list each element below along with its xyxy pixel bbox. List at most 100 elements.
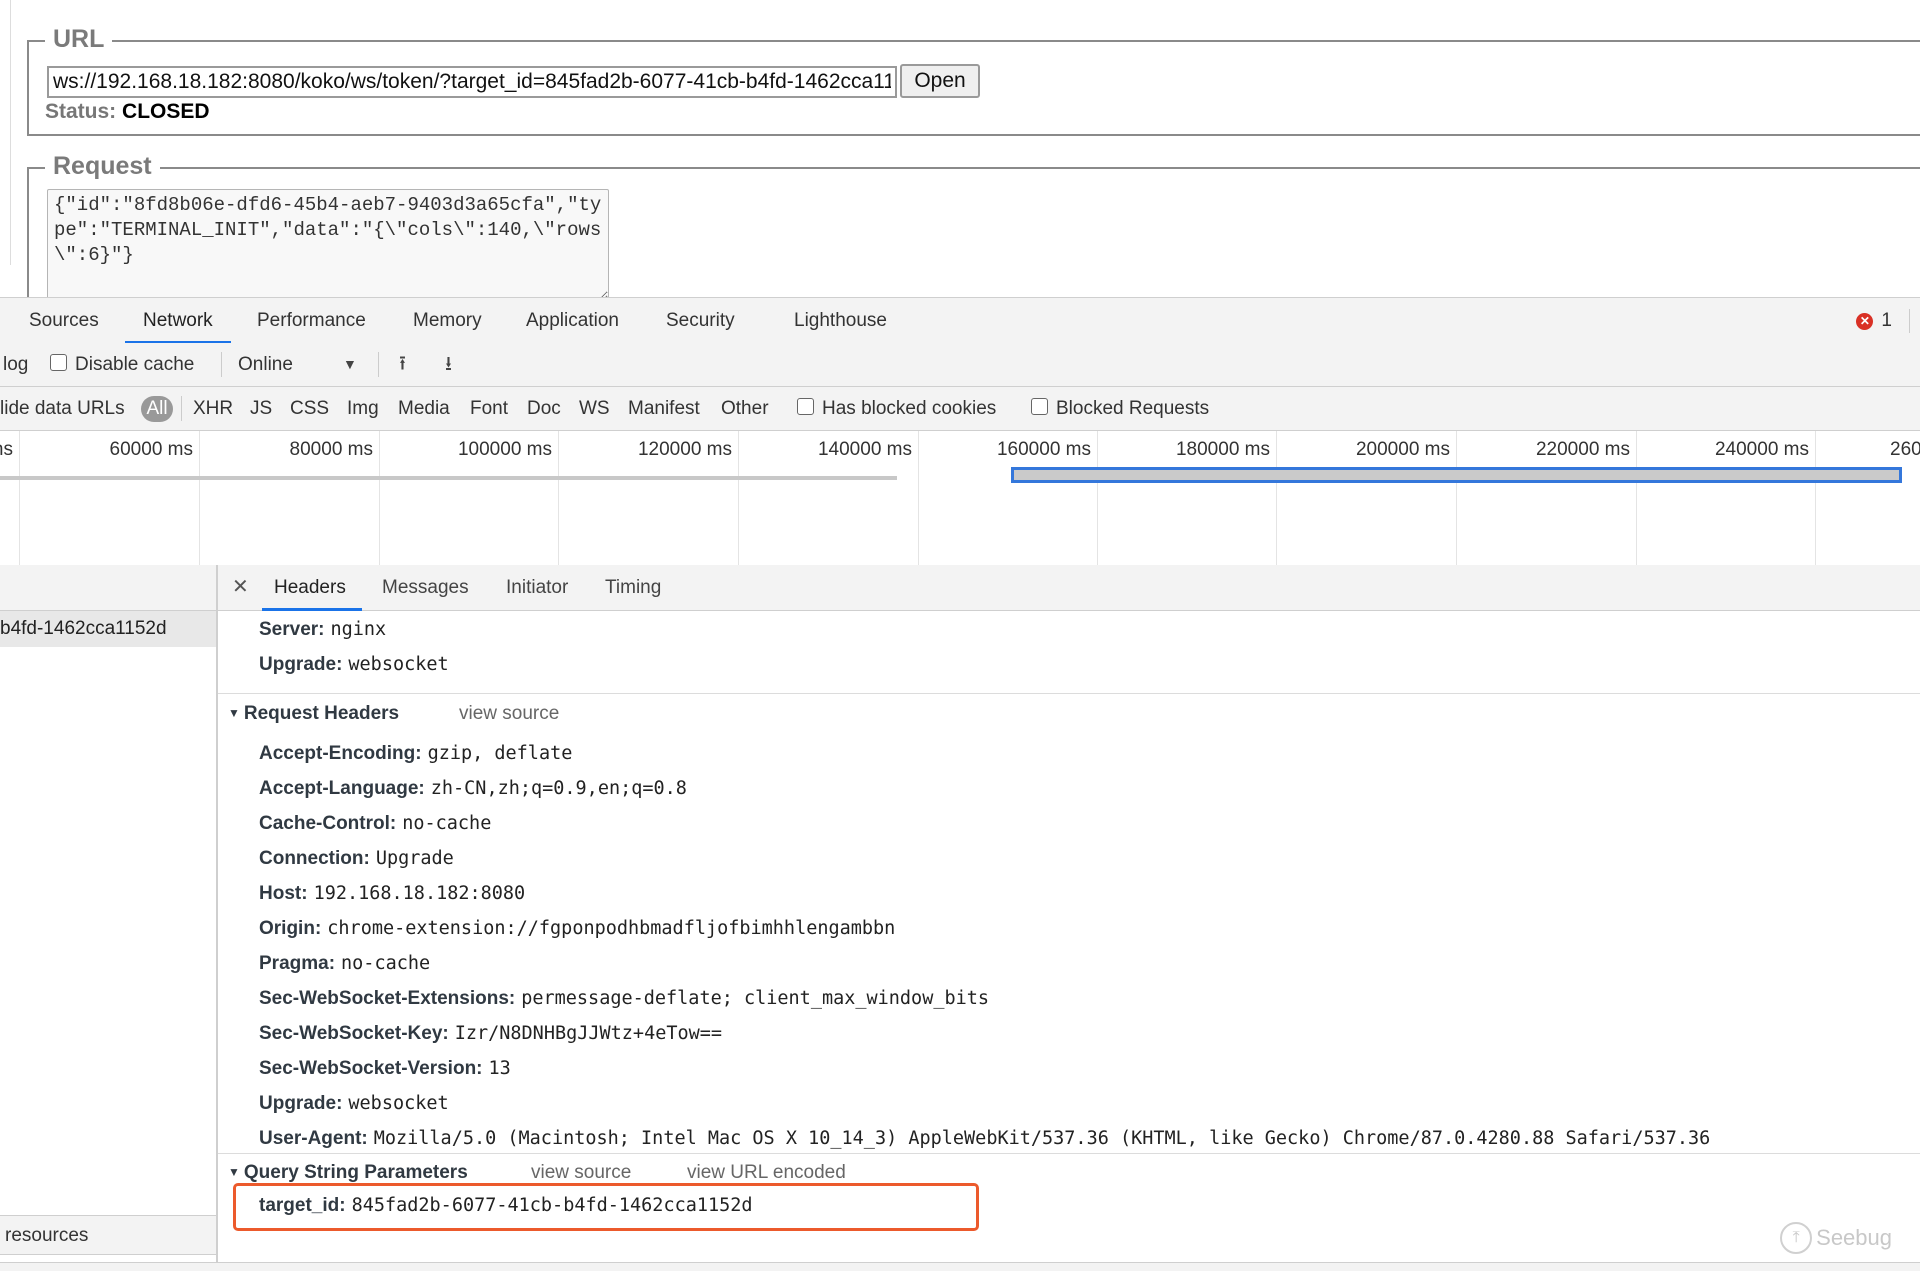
query-string-section[interactable]: ▼ Query String Parameters <box>228 1162 468 1184</box>
header-row: Upgrade: websocket <box>259 654 449 676</box>
request-detail: ✕ Headers Messages Initiator Timing Serv… <box>218 565 1920 1270</box>
timeline-tick-label: 200000 ms <box>1355 439 1450 460</box>
param-key: target_id: <box>259 1195 346 1216</box>
status-value: CLOSED <box>122 100 210 123</box>
request-headers-section[interactable]: ▼ Request Headers <box>228 703 399 725</box>
view-source-link[interactable]: view source <box>531 1162 631 1184</box>
tab-performance[interactable]: Performance <box>257 298 366 343</box>
devtools-panel: Sources Network Performance Memory Appli… <box>0 297 1920 1271</box>
timeline-gridline <box>918 431 919 565</box>
header-value: no-cache <box>341 953 431 974</box>
timeline-gridline <box>1276 431 1277 565</box>
tab-sources[interactable]: Sources <box>29 298 99 343</box>
checkbox-icon[interactable] <box>1031 398 1048 416</box>
header-value: gzip, deflate <box>427 743 573 764</box>
request-row[interactable]: b4fd-1462cca1152d <box>0 611 216 647</box>
timeline-gridline <box>1097 431 1098 565</box>
header-value: chrome-extension://fgponpodhbmadfljofbim… <box>327 918 896 939</box>
header-row: Accept-Encoding: gzip, deflate <box>259 743 572 765</box>
timeline-gridline <box>1815 431 1816 565</box>
tab-headers[interactable]: Headers <box>262 565 362 611</box>
filter-css[interactable]: CSS <box>290 387 329 430</box>
header-key: Sec-WebSocket-Version: <box>259 1058 483 1079</box>
error-counter[interactable]: ✕ 1 <box>1856 310 1892 332</box>
header-value: Upgrade <box>375 848 454 869</box>
checkbox-icon[interactable] <box>50 354 67 372</box>
header-value: websocket <box>348 654 449 675</box>
header-row: Upgrade: websocket <box>259 1093 449 1115</box>
hide-data-urls-label[interactable]: lide data URLs <box>0 387 125 430</box>
timeline-tick-label: 220000 ms <box>1535 439 1630 460</box>
watermark: ⤒ Seebug <box>1780 1222 1892 1254</box>
request-textarea[interactable]: {"id":"8fd8b06e-dfd6-45b4-aeb7-9403d3a65… <box>47 189 609 301</box>
query-string-title: Query String Parameters <box>243 1162 468 1183</box>
tab-network[interactable]: Network <box>125 298 231 344</box>
filter-ws[interactable]: WS <box>579 387 610 430</box>
tab-application[interactable]: Application <box>526 298 619 343</box>
timeline-gridline <box>558 431 559 565</box>
header-value: Izr/N8DNHBgJJWtz+4eTow== <box>454 1023 723 1044</box>
websocket-timeline-bar <box>1011 467 1902 483</box>
open-button[interactable]: Open <box>900 64 980 98</box>
filter-img[interactable]: Img <box>347 387 379 430</box>
checkbox-icon[interactable] <box>797 398 814 416</box>
view-source-link[interactable]: view source <box>459 703 559 725</box>
filter-font[interactable]: Font <box>470 387 508 430</box>
tab-messages[interactable]: Messages <box>382 565 469 610</box>
header-key: Accept-Encoding: <box>259 743 422 764</box>
header-row: User-Agent: Mozilla/5.0 (Macintosh; Intel… <box>259 1128 1710 1150</box>
tab-initiator[interactable]: Initiator <box>506 565 568 610</box>
header-key: Upgrade: <box>259 654 343 675</box>
network-toolbar: log Disable cache Online ▼ ⭱ ⭳ <box>0 343 1920 387</box>
error-icon: ✕ <box>1856 312 1874 330</box>
blocked-requests-label: Blocked Requests <box>1056 398 1210 419</box>
triangle-down-icon: ▼ <box>228 706 240 720</box>
url-input[interactable] <box>47 66 897 98</box>
tab-lighthouse[interactable]: Lighthouse <box>794 298 887 343</box>
preserve-log-label[interactable]: log <box>3 343 28 386</box>
filter-xhr[interactable]: XHR <box>193 387 233 430</box>
disable-cache-checkbox[interactable]: Disable cache <box>50 343 194 386</box>
timeline-tick-label: 260 <box>1890 439 1920 460</box>
tab-security[interactable]: Security <box>666 298 735 343</box>
header-row: Accept-Language: zh-CN,zh;q=0.9,en;q=0.8 <box>259 778 687 800</box>
close-icon[interactable]: ✕ <box>232 565 249 610</box>
timeline-tick-label: ns <box>0 439 13 460</box>
timeline-gridline <box>19 431 20 565</box>
header-row: Sec-WebSocket-Key: Izr/N8DNHBgJJWtz+4eTow… <box>259 1023 722 1045</box>
devtools-tab-bar: Sources Network Performance Memory Appli… <box>0 297 1920 344</box>
timeline-tick-label: 80000 ms <box>289 439 373 460</box>
header-value: zh-CN,zh;q=0.9,en;q=0.8 <box>430 778 687 799</box>
header-row: Server: nginx <box>259 619 386 641</box>
filter-all[interactable]: All <box>141 396 173 422</box>
error-count: 1 <box>1881 310 1892 331</box>
detail-tab-bar: ✕ Headers Messages Initiator Timing <box>218 565 1920 611</box>
blocked-requests-checkbox[interactable]: Blocked Requests <box>1031 387 1209 430</box>
view-url-encoded-link[interactable]: view URL encoded <box>687 1162 846 1184</box>
has-blocked-cookies-label: Has blocked cookies <box>822 398 997 419</box>
disable-cache-label: Disable cache <box>75 354 195 375</box>
has-blocked-cookies-checkbox[interactable]: Has blocked cookies <box>797 387 996 430</box>
network-lower-pane: b4fd-1462cca1152d resources ✕ Headers Me… <box>0 565 1920 1271</box>
header-row: Sec-WebSocket-Version: 13 <box>259 1058 511 1080</box>
header-key: Accept-Language: <box>259 778 425 799</box>
filter-other[interactable]: Other <box>721 387 769 430</box>
filter-js[interactable]: JS <box>250 387 272 430</box>
header-key: Server: <box>259 619 325 640</box>
network-overview-timeline[interactable]: ns 60000 ms 80000 ms 100000 ms 120000 ms 1400… <box>0 431 1920 567</box>
timeline-tick-label: 180000 ms <box>1175 439 1270 460</box>
filter-bar: lide data URLs All XHR JS CSS Img Media … <box>0 387 1920 431</box>
import-har-icon[interactable]: ⭱ <box>399 343 406 386</box>
filter-media[interactable]: Media <box>398 387 450 430</box>
throttling-select[interactable]: Online ▼ <box>238 343 358 386</box>
timeline-gridline <box>379 431 380 565</box>
header-value: permessage-deflate; client_max_window_bi… <box>521 988 990 1009</box>
filter-doc[interactable]: Doc <box>527 387 561 430</box>
request-list: b4fd-1462cca1152d resources <box>0 565 218 1270</box>
export-har-icon[interactable]: ⭳ <box>445 343 452 386</box>
divider <box>378 352 379 377</box>
tab-timing[interactable]: Timing <box>605 565 661 610</box>
tab-memory[interactable]: Memory <box>413 298 482 343</box>
filter-manifest[interactable]: Manifest <box>628 387 700 430</box>
timeline-tick-label: 160000 ms <box>996 439 1091 460</box>
